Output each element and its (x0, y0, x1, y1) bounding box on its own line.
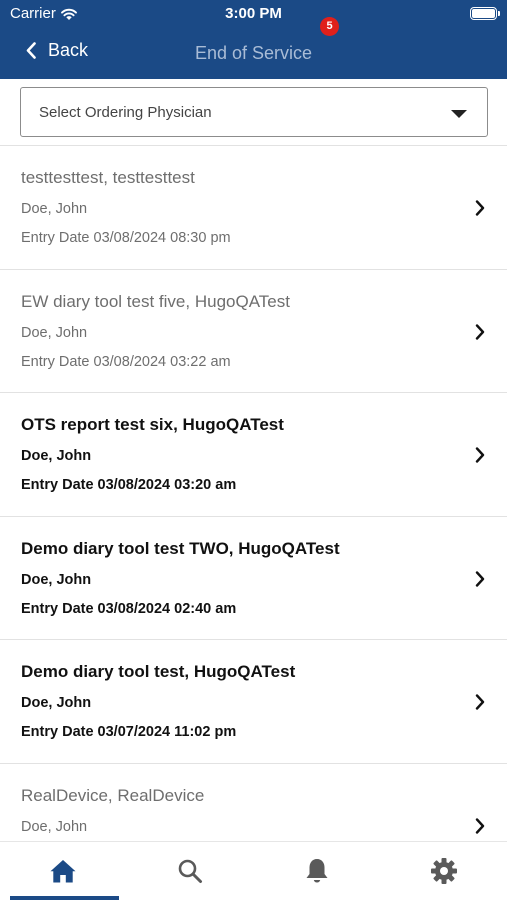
tab-search[interactable] (127, 842, 254, 900)
entry-physician: Doe, John (21, 571, 92, 588)
chevron-right-icon (475, 200, 485, 216)
entry-date: Entry Date 03/07/2024 11:02 pm (21, 724, 237, 740)
search-icon (178, 859, 203, 883)
entry-date: Entry Date 03/08/2024 03:20 am (21, 477, 237, 493)
battery-icon (470, 7, 500, 20)
entry-title: OTS report test six, HugoQATest (21, 415, 284, 434)
notification-badge: 5 (320, 17, 339, 36)
tab-notifications[interactable] (254, 842, 381, 900)
home-icon (50, 860, 76, 883)
entry-physician: Doe, John (21, 695, 92, 711)
list-item[interactable]: testtesttest, testtesttest Doe, John Entry… (0, 146, 507, 270)
page-title: End of Service (194, 43, 313, 63)
bell-icon (306, 859, 328, 883)
list-item[interactable]: EW diary tool test five, HugoQATest Doe, … (0, 270, 507, 393)
entry-title: Demo diary tool test, HugoQATest (21, 662, 296, 681)
chevron-right-icon (475, 817, 485, 834)
list-item[interactable]: OTS report test six, HugoQATest Doe, John… (0, 393, 507, 517)
app-header: Carrier 3:00 PM Back End of Service (0, 0, 507, 79)
entry-title: Demo diary tool test TWO, HugoQATest (21, 538, 340, 558)
select-placeholder: Select Ordering Physician (39, 104, 212, 121)
status-bar: Carrier 3:00 PM (0, 0, 507, 28)
tab-bar (0, 841, 507, 900)
entry-physician: Doe, John (21, 448, 92, 464)
entry-date: Entry Date 03/08/2024 02:40 am (21, 600, 237, 617)
entry-date: Entry Date 03/08/2024 08:30 pm (21, 230, 231, 246)
gear-icon (430, 858, 457, 884)
entry-title: EW diary tool test five, HugoQATest (21, 291, 290, 311)
ordering-physician-select[interactable]: Select Ordering Physician (20, 87, 488, 137)
navigation-bar: Back End of Service (0, 28, 507, 79)
chevron-right-icon (475, 323, 485, 340)
tab-settings[interactable] (380, 842, 507, 900)
tab-home[interactable] (0, 842, 127, 900)
chevron-right-icon (475, 447, 485, 463)
entry-physician: Doe, John (21, 818, 88, 835)
status-time: 3:00 PM (225, 5, 282, 22)
list-item[interactable]: Demo diary tool test, HugoQATest Doe, Joh… (0, 640, 507, 764)
entry-physician: Doe, John (21, 324, 88, 341)
entry-title: RealDevice, RealDevice (21, 785, 205, 805)
chevron-right-icon (475, 694, 485, 710)
entry-list[interactable]: testtesttest, testtesttest Doe, John Entry… (0, 145, 507, 841)
entry-physician: Doe, John (21, 201, 88, 217)
entry-title: testtesttest, testtesttest (21, 168, 195, 187)
list-item[interactable]: RealDevice, RealDevice Doe, John (0, 764, 507, 842)
entry-date: Entry Date 03/08/2024 03:22 am (21, 353, 231, 370)
caret-down-icon (451, 110, 467, 118)
chevron-right-icon (475, 570, 485, 587)
list-item[interactable]: Demo diary tool test TWO, HugoQATest Doe,… (0, 517, 507, 640)
